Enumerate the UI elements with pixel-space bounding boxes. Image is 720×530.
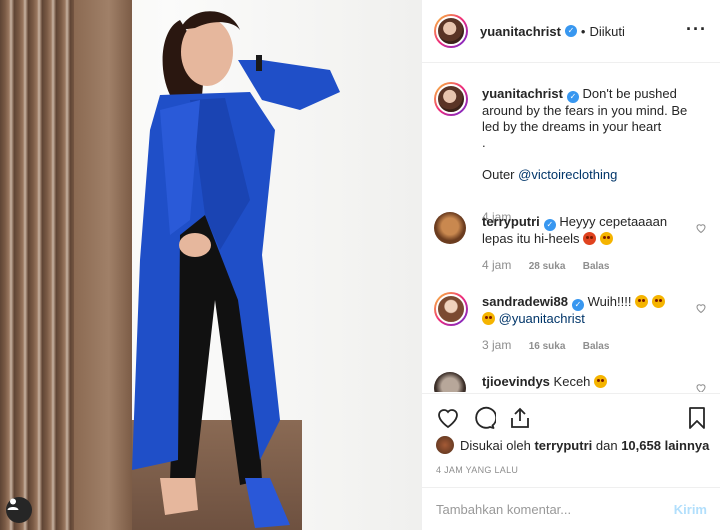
comment-input[interactable] [436,502,674,517]
caption-avatar[interactable] [434,82,468,116]
liked-by: Disukai oleh terryputri dan 10,658 lainn… [436,436,709,454]
caption: yuanitachrist ✓ Don't be pushed around by… [434,82,709,224]
post-photo[interactable] [0,0,421,530]
author-avatar[interactable] [434,14,468,48]
heart-eyes-emoji-icon [482,312,495,325]
commenter-avatar[interactable] [434,212,466,244]
caption-credit-tag[interactable]: @victoireclothing [518,167,617,182]
comment-item: sandradewi88 ✓ Wuih!!!! @yuanitachrist 3 … [434,292,709,354]
share-icon[interactable] [508,406,532,430]
caption-dot: . [482,135,486,150]
liked-by-avatar[interactable] [436,436,454,454]
verified-badge-icon: ✓ [564,25,577,37]
comment-text: Keceh [553,374,591,389]
comment-time[interactable]: 4 jam [482,258,511,272]
comment-item: terryputri ✓ Heyyy cepetaaaan lepas itu h… [434,212,709,274]
author-username[interactable]: yuanitachrist [480,24,561,39]
post-header: yuanitachrist ✓ • Diikuti ··· [422,0,720,63]
comment-time[interactable]: 3 jam [482,338,511,352]
laughing-emoji-icon [599,232,613,245]
comment-text: Wuih!!!! [587,294,632,309]
comment-icon[interactable] [472,406,496,430]
angry-emoji-icon [583,232,597,245]
comment-likes[interactable]: 28 suka [529,261,566,272]
reply-button[interactable]: Balas [583,261,610,272]
comment-username[interactable]: tjioevindys [482,374,550,389]
liked-by-prefix: Disukai oleh [460,437,531,453]
comment-like-heart-icon[interactable] [695,222,707,234]
likes-count[interactable]: 10,658 lainnya [621,438,709,453]
follow-status-button[interactable]: Diikuti [589,24,624,39]
heart-icon[interactable] [436,406,460,430]
heart-eyes-emoji-icon [594,375,608,388]
post-actions: Disukai oleh terryputri dan 10,658 lainn… [422,393,720,530]
post-comment-button[interactable]: Kirim [674,502,707,517]
caption-username[interactable]: yuanitachrist [482,86,563,101]
comments-list: yuanitachrist ✓ Don't be pushed around by… [422,64,720,392]
heart-eyes-emoji-icon [651,295,665,308]
comment-composer: Kirim [422,487,720,530]
heart-eyes-emoji-icon [635,295,649,308]
comment-like-heart-icon[interactable] [695,302,707,314]
user-tag-icon[interactable] [6,497,32,523]
reply-button[interactable]: Balas [583,341,610,352]
post-side-panel: yuanitachrist ✓ • Diikuti ··· yuanitachr… [421,0,720,530]
comment-like-heart-icon[interactable] [695,382,707,392]
liked-by-user[interactable]: terryputri [534,438,592,453]
comment-likes[interactable]: 16 suka [529,341,566,352]
verified-badge-icon: ✓ [566,91,579,103]
photo-subject [132,11,340,528]
commenter-avatar[interactable] [434,292,468,326]
comment-item: tjioevindys Keceh [434,372,709,392]
post-time-ago[interactable]: 4 JAM YANG LALU [436,465,518,475]
liked-by-and: dan [595,437,618,453]
caption-credit-prefix: Outer [482,167,515,182]
commenter-avatar[interactable] [434,372,466,392]
more-options-icon[interactable]: ··· [686,20,707,38]
comment-mention[interactable]: @yuanitachrist [499,311,585,326]
comment-username[interactable]: terryputri [482,214,540,229]
verified-badge-icon: ✓ [543,219,556,231]
header-separator: • [580,23,586,39]
comment-username[interactable]: sandradewi88 [482,294,568,309]
verified-badge-icon: ✓ [572,299,584,311]
bookmark-icon[interactable] [685,406,709,430]
